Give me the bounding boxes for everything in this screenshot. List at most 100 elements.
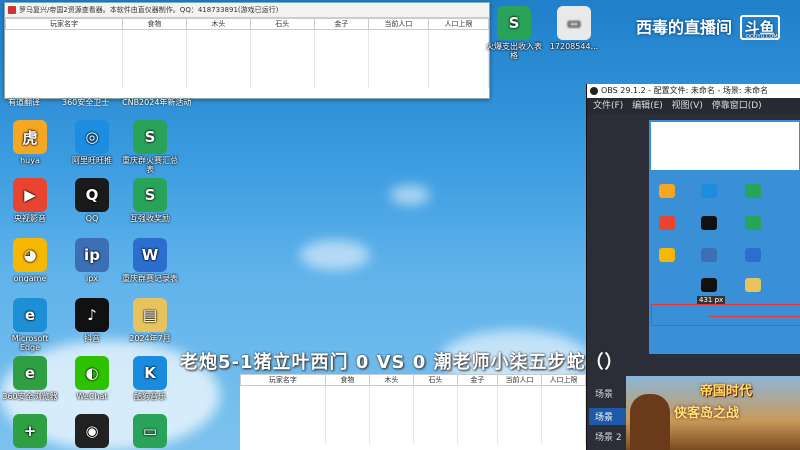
scene-item[interactable]: 场景 — [589, 408, 631, 425]
column-header[interactable]: 木头 — [368, 374, 414, 386]
column-header[interactable]: 石头 — [249, 18, 315, 30]
desktop-icon-label: ipx — [85, 274, 99, 283]
obs-titlebar[interactable]: OBS 29.1.2 - 配置文件: 未命名 - 场景: 未命名 — [587, 84, 800, 98]
app-shortcut-icon: ip — [75, 238, 109, 272]
preview-icon — [659, 248, 675, 262]
app-shortcut-icon: e — [13, 356, 47, 390]
column-header[interactable]: 金子 — [456, 374, 498, 386]
column-header[interactable]: 当前人口 — [496, 374, 542, 386]
desktop-icon[interactable]: e Microsoft Edge — [2, 298, 58, 352]
match-overlay-text: 老炮5-1猪立叶西门 0 VS 0 潮老师小柒五步蛇（） — [180, 352, 624, 373]
preview-red-line — [709, 316, 800, 317]
bottom-resource-table[interactable]: 玩家名字 食物 木头 石头 金子 当前人口 人口上限 — [240, 374, 587, 444]
desktop-icon[interactable]: S 互强收奖励 — [122, 178, 178, 223]
app-shortcut-icon: S — [133, 178, 167, 212]
desktop-icon[interactable]: ip ipx — [64, 238, 120, 283]
column-header[interactable]: 石头 — [412, 374, 458, 386]
obs-menubar: 文件(F) 编辑(E) 视图(V) 停靠窗口(D) — [587, 98, 800, 114]
table-row — [240, 385, 587, 444]
preview-icon — [701, 248, 717, 262]
desktop-icon-label: 阿里旺旺推 — [72, 156, 112, 165]
column-header[interactable]: 食物 — [324, 374, 370, 386]
scene-item[interactable]: 场景 2 — [589, 428, 631, 445]
column-header[interactable]: 玩家名字 — [240, 374, 326, 386]
desktop-icon[interactable]: e 360安全浏览器 — [2, 356, 58, 401]
desktop-icon[interactable]: ◕ ongame — [2, 238, 58, 283]
desktop-icon[interactable]: Q QQ — [64, 178, 120, 223]
preview-icon — [701, 184, 717, 198]
ad-character — [630, 394, 670, 450]
desktop-icon[interactable]: ◎ 阿里旺旺推 — [64, 120, 120, 165]
column-header[interactable]: 木头 — [185, 18, 251, 30]
desktop-icon[interactable]: ▤ 2024年7月 — [122, 298, 178, 343]
table-header-row: 玩家名字 食物 木头 石头 金子 当前人口 人口上限 — [5, 18, 490, 30]
desktop-icon-label: 酷狗音乐 — [134, 392, 166, 401]
column-header[interactable]: 食物 — [121, 18, 187, 30]
desktop-icon-label: 抖音 — [84, 334, 100, 343]
spreadsheet-icon: S — [497, 6, 531, 40]
preview-size-label: 431 px — [697, 296, 726, 304]
desktop-icon-label: 17208544... — [549, 42, 599, 51]
desktop-icon[interactable]: ▭ — [122, 414, 178, 450]
game-ad-banner[interactable]: 帝国时代 侠客岛之战 — [626, 376, 800, 450]
partial-icon-label[interactable]: 有道翻译 — [8, 97, 40, 108]
desktop-icon-label: 360安全浏览器 — [2, 392, 58, 401]
bottom-resource-window[interactable]: 玩家名字 食物 木头 石头 金子 当前人口 人口上限 — [240, 374, 587, 450]
wallpaper-cloud — [300, 240, 370, 270]
preview-selection-box[interactable] — [651, 304, 800, 326]
preview-icon — [701, 216, 717, 230]
menu-view[interactable]: 视图(V) — [672, 101, 703, 111]
column-header[interactable]: 人口上限 — [540, 374, 587, 386]
desktop-icon-spreadsheet[interactable]: S 火爆支出收入表格 — [486, 6, 542, 60]
obs-logo-icon — [590, 87, 598, 95]
preview-icon — [745, 216, 761, 230]
app-shortcut-icon: 虎 — [13, 120, 47, 154]
app-shortcut-icon: W — [133, 238, 167, 272]
column-header[interactable]: 当前人口 — [367, 18, 429, 30]
desktop-icon-label: ongame — [13, 274, 47, 283]
game-subtitle: 侠客岛之战 — [674, 406, 740, 421]
menu-edit[interactable]: 编辑(E) — [632, 101, 663, 111]
resource-table[interactable]: 玩家名字 食物 木头 石头 金子 当前人口 人口上限 — [5, 18, 490, 88]
desktop-icon[interactable]: ◐ WeChat — [64, 356, 120, 401]
column-header[interactable]: 金子 — [313, 18, 369, 30]
column-header[interactable]: 玩家名字 — [5, 18, 123, 30]
desktop-icon-label: QQ — [85, 214, 99, 223]
app-shortcut-icon: Q — [75, 178, 109, 212]
game-logo: 帝国时代 — [700, 384, 753, 399]
obs-scenes-label: 场景 — [595, 390, 614, 400]
obs-preview[interactable]: 431 px — [649, 120, 800, 354]
desktop-icon-label: huya — [20, 156, 40, 165]
desktop-icon[interactable]: 虎 huya — [2, 120, 58, 165]
desktop-icon-file[interactable]: ▭ 17208544... — [546, 6, 602, 51]
partial-icon-label[interactable]: CNB2024年新活动 — [122, 97, 191, 108]
resource-viewer-titlebar[interactable]: 罗马复兴/帝国2资源查看器。本软件由直仪器制作。QQ：418733891(游戏已… — [5, 3, 489, 18]
desktop-icon[interactable]: ▶ 央视影音 — [2, 178, 58, 223]
desktop-icon-label: 重庆群火赛汇总表 — [122, 156, 178, 174]
partial-icon-label[interactable]: 360安全卫士 — [62, 97, 109, 108]
app-icon — [8, 6, 16, 14]
desktop-icon[interactable]: K 酷狗音乐 — [122, 356, 178, 401]
desktop-icon[interactable]: W 重庆群赛记录表 — [122, 238, 178, 283]
desktop-icon[interactable]: ♪ 抖音 — [64, 298, 120, 343]
column-header[interactable]: 人口上限 — [427, 18, 490, 30]
app-shortcut-icon: ▭ — [133, 414, 167, 448]
table-row — [5, 29, 490, 88]
app-shortcut-icon: ♪ — [75, 298, 109, 332]
wallpaper-cloud — [390, 185, 430, 205]
menu-docks[interactable]: 停靠窗口(D) — [712, 101, 762, 111]
resource-viewer-window[interactable]: 罗马复兴/帝国2资源查看器。本软件由直仪器制作。QQ：418733891(游戏已… — [4, 2, 490, 99]
table-header-row: 玩家名字 食物 木头 石头 金子 当前人口 人口上限 — [240, 374, 587, 386]
desktop-icon-label: 2024年7月 — [129, 334, 171, 343]
app-shortcut-icon: ◎ — [75, 120, 109, 154]
menu-file[interactable]: 文件(F) — [593, 101, 623, 111]
desktop-icon[interactable]: ◉ — [64, 414, 120, 450]
desktop-icon[interactable]: S 重庆群火赛汇总表 — [122, 120, 178, 174]
desktop-icon[interactable]: + — [2, 414, 58, 450]
desktop-icon-label: 央视影音 — [14, 214, 46, 223]
streamer-header: 西毒的直播间 斗鱼 DOUYU.COM — [636, 14, 780, 40]
resource-viewer-title: 罗马复兴/帝国2资源查看器。本软件由直仪器制作。QQ：418733891(游戏已… — [19, 6, 279, 14]
app-shortcut-icon: ◕ — [13, 238, 47, 272]
app-shortcut-icon: K — [133, 356, 167, 390]
desktop-icon-label: 重庆群赛记录表 — [122, 274, 178, 283]
